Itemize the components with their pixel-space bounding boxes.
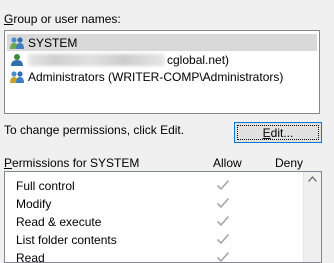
allow-check-icon	[216, 233, 230, 245]
focus-rectangle	[237, 125, 319, 140]
permission-row: Full control	[5, 177, 305, 195]
permission-row: Read	[5, 249, 305, 263]
user-name: SYSTEM	[28, 35, 78, 50]
permissions-for-label: Permissions for SYSTEM	[4, 156, 140, 170]
user-item-administrators[interactable]: Administrators (WRITER-COMP\Administrato…	[7, 68, 317, 85]
permission-row: Modify	[5, 195, 305, 213]
vertical-scrollbar[interactable]	[303, 172, 321, 262]
user-item-blurred[interactable]: cglobal.net)	[7, 51, 317, 68]
permission-name: Full control	[16, 179, 75, 193]
users-group-icon	[10, 36, 24, 49]
permission-row: Read & execute	[5, 213, 305, 231]
allow-check-icon	[216, 251, 230, 262]
allow-column-header: Allow	[213, 156, 242, 170]
user-item-system[interactable]: SYSTEM	[7, 34, 317, 51]
permissions-list[interactable]: Full control Modify Read & execute List …	[4, 171, 322, 263]
permission-name: List folder contents	[16, 233, 117, 247]
user-list[interactable]: SYSTEM cglobal.net) Administrators (WRIT…	[4, 30, 320, 114]
permission-name: Modify	[16, 197, 52, 211]
redacted-user-name	[28, 53, 165, 66]
permission-name: Read & execute	[16, 215, 102, 229]
permission-name: Read	[16, 251, 45, 263]
change-permissions-text: To change permissions, click Edit.	[4, 123, 185, 137]
allow-check-icon	[216, 215, 230, 227]
edit-button[interactable]: Edit...	[234, 122, 322, 143]
allow-check-icon	[216, 197, 230, 209]
permission-row: List folder contents	[5, 231, 305, 249]
group-user-names-label: Group or user names:	[4, 12, 121, 26]
user-name: Administrators (WRITER-COMP\Administrato…	[28, 69, 284, 84]
user-icon	[11, 53, 23, 66]
user-name: cglobal.net)	[167, 52, 230, 67]
scroll-up-arrow-icon[interactable]	[308, 176, 317, 182]
deny-column-header: Deny	[275, 156, 304, 170]
allow-check-icon	[216, 179, 230, 191]
users-group-icon	[10, 70, 24, 83]
